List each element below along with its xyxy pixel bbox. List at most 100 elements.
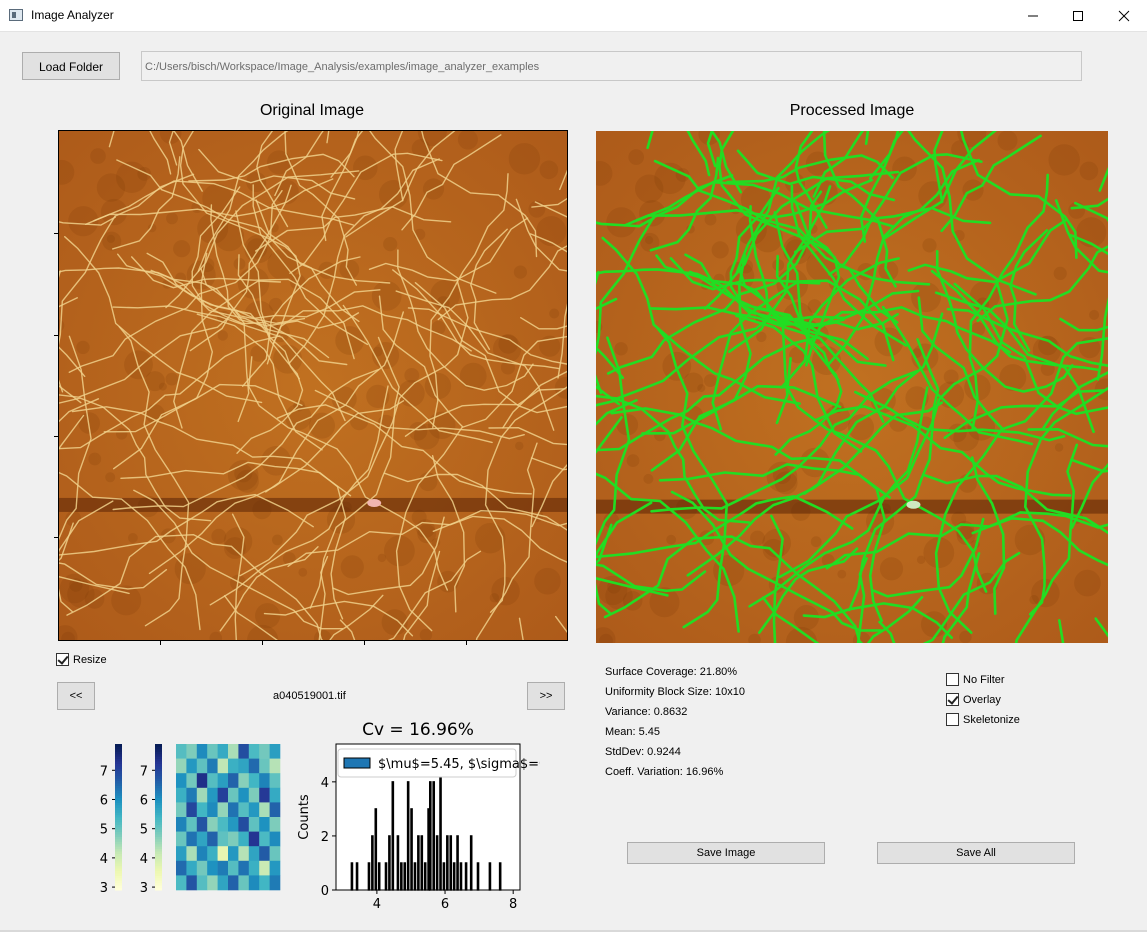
previous-image-button[interactable]: << [57,682,95,710]
heatmap-cell [269,758,281,774]
heatmap-cell [217,802,229,818]
heatmap-cell [217,787,229,803]
skeletonize-label: Skeletonize [963,714,1020,726]
heatmap-cell [259,773,270,789]
heatmap-cell [228,744,239,759]
histogram-bar [498,862,502,891]
heatmap-cell [259,802,270,818]
image-axis-tick [54,335,58,336]
histogram-bar [420,835,424,891]
colorbar-tick-label: 3 [100,881,108,896]
histogram-bar [476,862,480,891]
heatmap-cell [176,875,187,891]
heatmap-cell [238,860,250,876]
heatmap-cell [269,744,281,759]
heatmap-cell [186,817,198,832]
current-filename: a040519001.tif [273,690,346,702]
histogram-bar [384,862,388,891]
heatmap-cell [259,860,270,876]
histogram-bar [435,835,439,891]
colorbar-tick-label: 3 [140,881,148,896]
colorbar-tick-label: 4 [140,852,148,867]
histogram-bar [452,862,456,891]
heatmap-cell [207,831,218,847]
heatmap-cell [269,802,281,818]
coverage-histogram: Cv = 16.96% 4 6 8 0 2 4 Counts $\mu$=5.45, $\sig… [297,720,540,912]
image-axis-tick [54,537,58,538]
surface-coverage-text: Surface Coverage: 21.80% [605,666,738,678]
heatmap-cell [186,860,198,876]
load-folder-button[interactable]: Load Folder [22,52,120,80]
heatmap-cell [186,846,198,862]
heatmap-cell [176,758,187,774]
x-tick-label: 4 [373,897,381,912]
heatmap-cell [238,773,250,789]
heatmap-cell [259,758,270,774]
next-image-button[interactable]: >> [527,682,565,710]
image-axis-tick [262,641,263,645]
heatmap-cell [238,875,250,891]
heatmap-cell [207,758,218,774]
histogram-bar [464,862,468,891]
heatmap-cell [207,787,218,803]
heatmap-cell [248,787,260,803]
heatmap-cell [248,817,260,832]
heatmap-cell [248,831,260,847]
save-image-button[interactable]: Save Image [627,842,825,864]
heatmap-cell [207,875,218,891]
processed-image [596,131,1108,643]
heatmap-cell [238,846,250,862]
y-tick-label: 4 [321,776,329,791]
histogram-bar [406,781,410,891]
heatmap-cell [217,860,229,876]
heatmap-cell [248,773,260,789]
image-axis-tick [54,436,58,437]
heatmap-cell [228,831,239,847]
heatmap-cell [248,758,260,774]
legend-label: $\mu$=5.45, $\sigma$=0.9244 [378,757,540,772]
heatmap-cell [186,787,198,803]
heatmap-cell [248,802,260,818]
save-all-button[interactable]: Save All [877,842,1075,864]
histogram-bar [403,862,407,891]
heatmap-cell [176,860,187,876]
histogram-bar [423,862,427,891]
histogram-bar [355,862,359,891]
heatmap-cell [248,846,260,862]
processed-image-title: Processed Image [789,102,915,119]
heatmap-cell [238,758,250,774]
heatmap-cell [217,875,229,891]
heatmap-cell [207,802,218,818]
heatmap-cell [217,817,229,832]
heatmap-cell [196,831,208,847]
folder-path-field[interactable]: C:/Users/bisch/Workspace/Image_Analysis/… [141,51,1082,81]
heatmap-cell [196,817,208,832]
heatmap-cell [176,846,187,862]
heatmap-cell [186,802,198,818]
heatmap-cell [186,773,198,789]
y-tick-label: 2 [321,830,329,845]
maximize-button[interactable] [1055,0,1101,31]
histogram-title: Cv = 16.96% [362,720,474,740]
colorbar-tick-label: 4 [100,852,108,867]
heatmap-cell [259,875,270,891]
heatmap-cell [238,744,250,759]
minimize-icon [1028,15,1038,17]
no-filter-checkbox[interactable] [946,673,959,686]
histogram-bar [413,862,417,891]
heatmap-cell [269,817,281,832]
heatmap-cell [176,773,187,789]
histogram-legend: $\mu$=5.45, $\sigma$=0.9244 [337,748,540,778]
resize-checkbox[interactable] [56,653,69,666]
minimize-button[interactable] [1010,0,1056,31]
close-button[interactable] [1101,0,1147,31]
heatmap-cell [186,744,198,759]
overlay-checkbox[interactable] [946,693,959,706]
heatmap-cell [269,831,281,847]
heatmap-cell [176,787,187,803]
heatmap-cell [238,831,250,847]
y-axis-label: Counts [297,794,312,840]
heatmap-cell [228,875,239,891]
heatmap-cell [259,787,270,803]
skeletonize-checkbox[interactable] [946,713,959,726]
